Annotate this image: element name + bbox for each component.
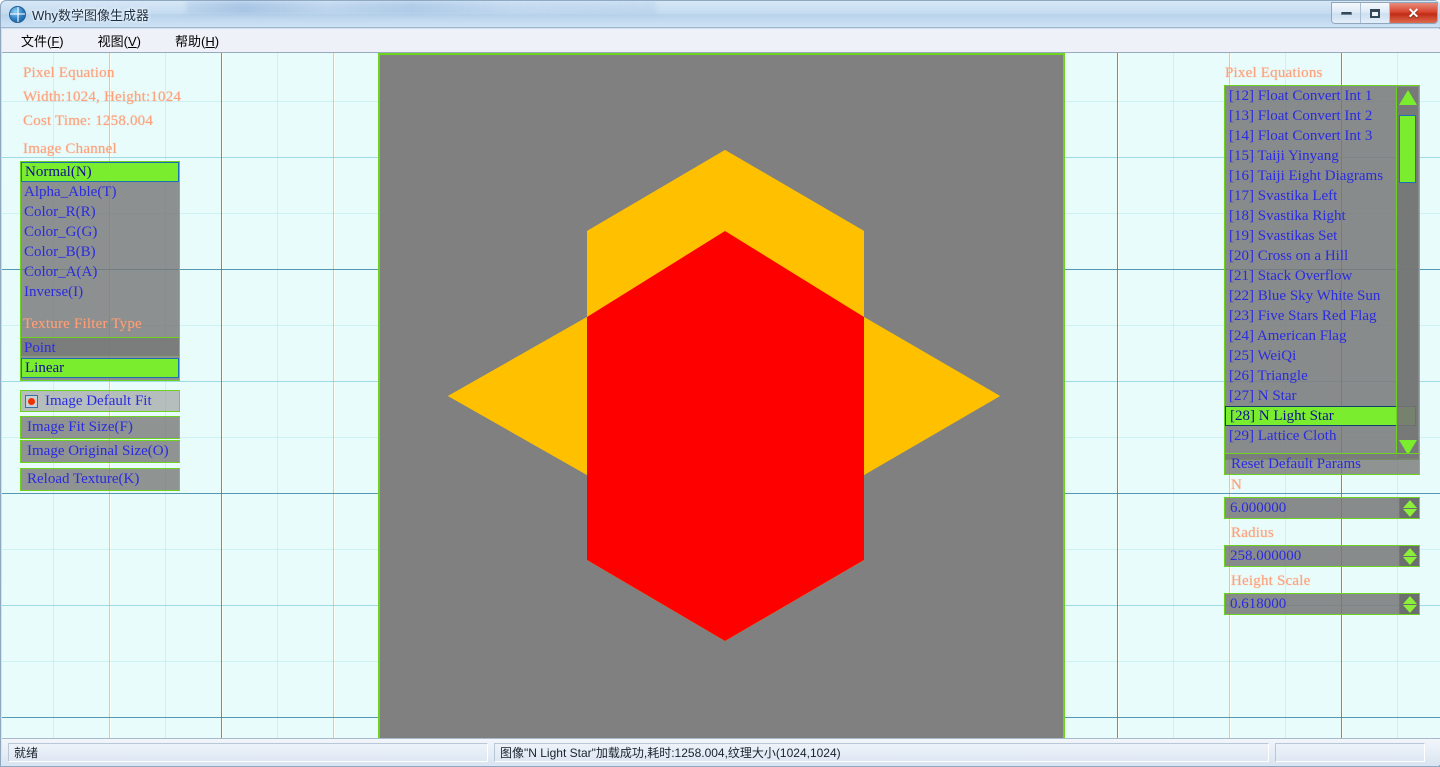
menu-help[interactable]: 帮助(H) (172, 29, 222, 52)
image-original-size-button[interactable]: Image Original Size(O) (20, 440, 180, 463)
status-bar: 就绪 图像"N Light Star"加载成功,耗时:1258.004,纹理大小… (2, 738, 1440, 765)
channel-item-color-a[interactable]: Color_A(A) (21, 262, 179, 282)
image-original-size-label: Image Original Size(O) (27, 443, 169, 459)
maximize-button[interactable] (1361, 3, 1390, 23)
channel-item-color-r[interactable]: Color_R(R) (21, 202, 179, 222)
reset-default-params-label: Reset Default Params (1231, 455, 1361, 472)
param-spinner-n[interactable] (1399, 498, 1419, 518)
image-default-fit-checkbox[interactable]: Image Default Fit (20, 390, 180, 412)
close-icon: ✕ (1407, 5, 1420, 21)
param-spinner-height-scale[interactable] (1399, 594, 1419, 614)
spin-down-icon[interactable] (1402, 604, 1417, 613)
equation-item-19[interactable]: [19] Svastikas Set (1225, 226, 1419, 246)
equation-item-25[interactable]: [25] WeiQi (1225, 346, 1419, 366)
app-globe-icon (9, 6, 26, 23)
window-controls: ✕ (1331, 2, 1438, 24)
scroll-up-arrow-icon[interactable] (1399, 90, 1417, 105)
spin-down-icon[interactable] (1402, 556, 1417, 565)
scrollbar-thumb[interactable] (1399, 115, 1416, 183)
menu-file[interactable]: 文件(F) (18, 29, 67, 52)
channel-item-color-g[interactable]: Color_G(G) (21, 222, 179, 242)
window-title: Why数学图像生成器 (32, 8, 150, 23)
pixel-equations-heading: Pixel Equations (1225, 65, 1323, 81)
equation-item-24[interactable]: [24] American Flag (1225, 326, 1419, 346)
param-label-height-scale: Height Scale (1231, 573, 1311, 589)
param-field-height-scale[interactable]: 0.618000 (1224, 593, 1420, 615)
equation-item-29[interactable]: [29] Lattice Cloth (1225, 426, 1419, 446)
spin-up-icon[interactable] (1402, 499, 1417, 508)
minimize-button[interactable] (1332, 3, 1361, 23)
equations-scrollbar[interactable] (1396, 87, 1418, 458)
image-size-label: Width:1024, Height:1024 (23, 89, 182, 105)
n-light-star-render (380, 55, 1063, 739)
equation-item-20[interactable]: [20] Cross on a Hill (1225, 246, 1419, 266)
param-value-height-scale[interactable]: 0.618000 (1225, 596, 1399, 613)
reset-default-params-button[interactable]: Reset Default Params (1224, 453, 1420, 475)
equation-item-16[interactable]: [16] Taiji Eight Diagrams (1225, 166, 1419, 186)
application-window: Why数学图像生成器 ✕ 文件(F) 视图(V) 帮助(H) Pixel Equ… (0, 0, 1440, 767)
filter-item-linear[interactable]: Linear (21, 358, 179, 378)
aero-glass-reflection (186, 1, 656, 14)
cost-time-label: Cost Time: 1258.004 (23, 113, 154, 129)
menu-view[interactable]: 视图(V) (95, 29, 144, 52)
image-fit-size-button[interactable]: Image Fit Size(F) (20, 416, 180, 439)
equation-item-14[interactable]: [14] Float Convert Int 3 (1225, 126, 1419, 146)
status-extra-pane (1275, 742, 1425, 762)
channel-item-inverse[interactable]: Inverse(I) (21, 282, 179, 302)
param-label-radius: Radius (1231, 525, 1274, 541)
texture-filter-listbox[interactable]: Point Linear (20, 337, 180, 381)
param-spinner-radius[interactable] (1399, 546, 1419, 566)
param-field-radius[interactable]: 258.000000 (1224, 545, 1420, 567)
spin-up-icon[interactable] (1402, 595, 1417, 604)
equation-item-12[interactable]: [12] Float Convert Int 1 (1225, 86, 1419, 106)
title-bar: Why数学图像生成器 ✕ (1, 1, 1440, 28)
spin-up-icon[interactable] (1402, 547, 1417, 556)
param-field-n[interactable]: 6.000000 (1224, 497, 1420, 519)
equation-item-21[interactable]: [21] Stack Overflow (1225, 266, 1419, 286)
equation-item-13[interactable]: [13] Float Convert Int 2 (1225, 106, 1419, 126)
minimize-icon (1340, 11, 1352, 15)
maximize-icon (1370, 8, 1380, 18)
image-fit-size-label: Image Fit Size(F) (27, 419, 133, 435)
status-ready-pane: 就绪 (8, 742, 488, 762)
checkbox-indicator-icon (25, 394, 38, 408)
image-default-fit-label: Image Default Fit (45, 392, 152, 409)
client-area: Pixel Equation Width:1024, Height:1024 C… (2, 53, 1440, 739)
equation-item-17[interactable]: [17] Svastika Left (1225, 186, 1419, 206)
image-canvas[interactable] (378, 53, 1065, 739)
spin-down-icon[interactable] (1402, 508, 1417, 517)
channel-item-alpha-able[interactable]: Alpha_Able(T) (21, 182, 179, 202)
filter-item-point[interactable]: Point (21, 338, 179, 358)
status-message-pane: 图像"N Light Star"加载成功,耗时:1258.004,纹理大小(10… (494, 742, 1269, 762)
image-channel-label: Image Channel (23, 141, 117, 157)
channel-item-normal[interactable]: Normal(N) (21, 162, 179, 182)
pixel-equation-heading: Pixel Equation (23, 65, 115, 81)
pixel-equations-listbox[interactable]: [12] Float Convert Int 1 [13] Float Conv… (1224, 85, 1420, 460)
close-button[interactable]: ✕ (1390, 3, 1437, 23)
reload-texture-label: Reload Texture(K) (27, 471, 140, 487)
equation-item-23[interactable]: [23] Five Stars Red Flag (1225, 306, 1419, 326)
reload-texture-button[interactable]: Reload Texture(K) (20, 468, 180, 491)
equation-item-22[interactable]: [22] Blue Sky White Sun (1225, 286, 1419, 306)
param-value-radius[interactable]: 258.000000 (1225, 548, 1399, 565)
equation-item-27[interactable]: [27] N Star (1225, 386, 1419, 406)
channel-item-color-b[interactable]: Color_B(B) (21, 242, 179, 262)
menu-bar: 文件(F) 视图(V) 帮助(H) (2, 29, 1440, 53)
texture-filter-label: Texture Filter Type (23, 316, 142, 332)
equation-item-28[interactable]: [28] N Light Star (1225, 406, 1416, 426)
param-value-n[interactable]: 6.000000 (1225, 500, 1399, 517)
equation-item-26[interactable]: [26] Triangle (1225, 366, 1419, 386)
equation-item-15[interactable]: [15] Taiji Yinyang (1225, 146, 1419, 166)
equation-item-18[interactable]: [18] Svastika Right (1225, 206, 1419, 226)
param-label-n: N (1231, 477, 1243, 493)
